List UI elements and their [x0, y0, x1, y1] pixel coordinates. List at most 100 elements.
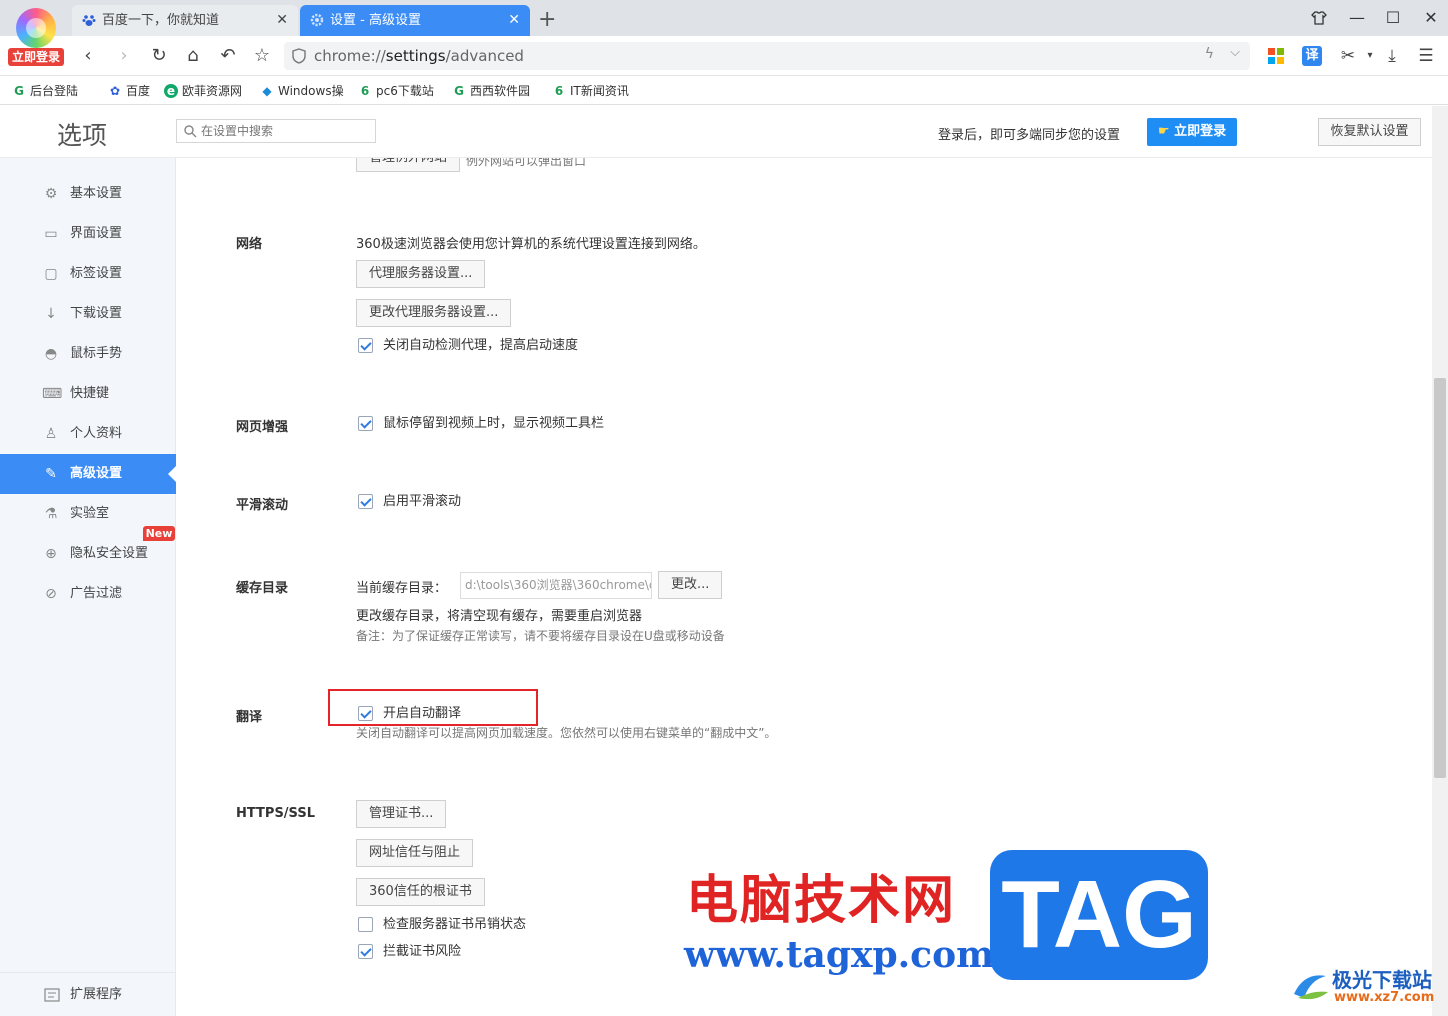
url-path: /advanced [445, 47, 524, 65]
browser-logo-icon [16, 8, 56, 48]
login-badge[interactable]: 立即登录 [8, 48, 64, 66]
new-tab-plus-icon[interactable]: + [538, 6, 556, 34]
lightning-icon[interactable]: ϟ [1205, 46, 1214, 62]
watermark-text: 电脑技术网 [686, 870, 957, 931]
chevron-down-icon[interactable]: ▾ [1358, 44, 1382, 68]
checkbox-checked[interactable] [358, 494, 373, 509]
reload-icon[interactable]: ↻ [147, 44, 171, 68]
sidebar-item-advanced[interactable]: ✎ 高级设置 [0, 454, 176, 494]
search-input[interactable] [201, 120, 371, 142]
scrollbar-thumb[interactable] [1434, 378, 1446, 778]
back-icon[interactable]: ‹ [76, 44, 100, 68]
sidebar-item-tabs[interactable]: ▢ 标签设置 [0, 254, 176, 294]
sidebar-item-label: 界面设置 [70, 226, 123, 241]
window-icon: ▭ [44, 226, 58, 242]
network-description: 360极速浏览器会使用您计算机的系统代理设置连接到网络。 [356, 237, 706, 252]
bookmark-item[interactable]: ✿ 百度 [108, 82, 154, 100]
watermark-tag-logo: TAG [990, 850, 1208, 980]
address-url[interactable]: chrome://settings/advanced [314, 42, 524, 70]
tab-icon: ▢ [44, 266, 58, 282]
home-icon[interactable]: ⌂ [181, 44, 205, 68]
translate-icon[interactable]: 译 [1300, 44, 1324, 68]
sidebar-item-interface[interactable]: ▭ 界面设置 [0, 214, 176, 254]
sidebar-item-basic[interactable]: ⚙ 基本设置 [0, 174, 176, 214]
menu-icon[interactable]: ☰ [1414, 44, 1438, 68]
navigation-bar: ‹ › ↻ ⌂ ↶ ☆ chrome://settings/advanced ϟ… [0, 36, 1448, 76]
gear-icon: ⚙ [44, 186, 58, 202]
manage-exceptions-button[interactable]: 管理例外网站 [356, 158, 461, 172]
forward-icon[interactable]: › [112, 44, 136, 68]
close-icon[interactable]: ✕ [276, 5, 288, 36]
change-proxy-button[interactable]: 更改代理服务器设置... [356, 299, 512, 327]
bookmark-item[interactable]: ◆ Windows操 [260, 82, 344, 100]
ban-icon: ⊘ [45, 586, 57, 602]
sidebar-item-label: 广告过滤 [70, 586, 123, 601]
smooth-scroll-checkbox[interactable]: 启用平滑滚动 [358, 493, 461, 511]
checkbox-checked[interactable] [358, 338, 373, 353]
sidebar-item-label: 个人资料 [70, 426, 123, 441]
highlight-box [328, 689, 538, 726]
scrollbar[interactable] [1432, 106, 1448, 1016]
sidebar-item-adblock[interactable]: ⊘ 广告过滤 [0, 574, 176, 614]
baidu-paw-icon [82, 15, 96, 26]
web-enhance-label: 网页增强 [236, 420, 289, 435]
exceptions-note: 例外网站可以弹出窗口 [466, 158, 587, 168]
bookmark-item[interactable]: e 欧菲资源网 [164, 82, 244, 100]
proxy-settings-button[interactable]: 代理服务器设置... [356, 260, 486, 288]
sidebar-item-label: 快捷键 [70, 386, 110, 401]
download-icon[interactable]: ⤓ [1380, 44, 1404, 68]
sidebar-item-download[interactable]: ↓ 下载设置 [0, 294, 176, 334]
tab-title: 设置 - 高级设置 [330, 13, 421, 28]
maximize-icon[interactable]: ☐ [1378, 6, 1408, 30]
bookmark-item[interactable]: 6 pc6下载站 [358, 82, 438, 100]
tab-baidu[interactable]: 百度一下，你就知道 ✕ [72, 5, 298, 36]
watermark-site-url: www.xz7.com [1334, 990, 1435, 1005]
checkbox-label: 检查服务器证书吊销状态 [383, 917, 527, 932]
revocation-check-checkbox[interactable]: 检查服务器证书吊销状态 [358, 916, 526, 934]
bookmark-item[interactable]: 6 IT新闻资讯 [552, 82, 634, 100]
undo-close-icon[interactable]: ↶ [216, 44, 240, 68]
checkbox-checked[interactable] [358, 416, 373, 431]
bookmark-item[interactable]: G 西西软件园 [452, 82, 536, 100]
settings-header: 选项 登录后，即可多端同步您的设置 ☛ 立即登录 恢复默认设置 [0, 106, 1432, 158]
shield-plus-icon: ⊕ [45, 546, 57, 562]
checkbox-unchecked[interactable] [358, 917, 373, 932]
bookmark-favicon-icon: ◆ [262, 84, 272, 98]
keyboard-icon: ⌨ [42, 386, 63, 402]
video-toolbar-checkbox[interactable]: 鼠标停留到视频上时，显示视频工具栏 [358, 415, 604, 433]
bookmark-item[interactable]: G 后台登陆 [12, 82, 90, 100]
intercept-cert-risk-checkbox[interactable]: 拦截证书风险 [358, 943, 461, 961]
apps-grid-icon[interactable] [1264, 44, 1288, 68]
root-certificates-button[interactable]: 360信任的根证书 [356, 878, 485, 906]
cache-path-field[interactable]: d:\tools\360浏览器\360chrome\c [460, 572, 652, 599]
translate-label: 翻译 [236, 710, 263, 725]
checkbox-checked[interactable] [358, 944, 373, 959]
tab-settings[interactable]: 设置 - 高级设置 ✕ [300, 5, 530, 36]
sidebar-item-mouse-gesture[interactable]: ◓ 鼠标手势 [0, 334, 176, 374]
bookmark-label: 西西软件园 [470, 84, 531, 98]
url-trust-button[interactable]: 网址信任与阻止 [356, 839, 474, 867]
scissors-icon[interactable]: ✂ [1336, 44, 1360, 68]
sidebar-item-label: 下载设置 [70, 306, 123, 321]
close-icon[interactable]: ✕ [508, 5, 520, 36]
extensions-link[interactable]: 扩展程序 [0, 972, 176, 1016]
login-button[interactable]: ☛ 立即登录 [1147, 118, 1237, 146]
bookmark-favicon-icon: 6 [360, 84, 370, 98]
reset-defaults-button[interactable]: 恢复默认设置 [1318, 118, 1421, 146]
sidebar-item-shortcuts[interactable]: ⌨ 快捷键 [0, 374, 176, 414]
bookmark-label: 欧菲资源网 [182, 84, 243, 98]
skin-shirt-icon[interactable] [1304, 6, 1334, 33]
address-bar[interactable]: chrome://settings/advanced ϟ ⌵ [284, 42, 1250, 70]
cache-label: 缓存目录 [236, 581, 289, 596]
minimize-icon[interactable]: — [1342, 6, 1372, 30]
window-close-icon[interactable]: ✕ [1416, 6, 1446, 30]
bookmark-star-icon[interactable]: ☆ [250, 44, 274, 68]
browser-logo[interactable]: 立即登录 [8, 4, 64, 66]
chevron-down-icon[interactable]: ⌵ [1230, 45, 1240, 60]
settings-search[interactable] [176, 119, 376, 143]
manage-certificates-button[interactable]: 管理证书... [356, 800, 447, 828]
wrench-icon: ✎ [45, 466, 57, 482]
auto-detect-proxy-checkbox[interactable]: 关闭自动检测代理，提高启动速度 [358, 337, 578, 355]
sidebar-item-profile[interactable]: ♙ 个人资料 [0, 414, 176, 454]
change-cache-button[interactable]: 更改... [658, 571, 723, 599]
